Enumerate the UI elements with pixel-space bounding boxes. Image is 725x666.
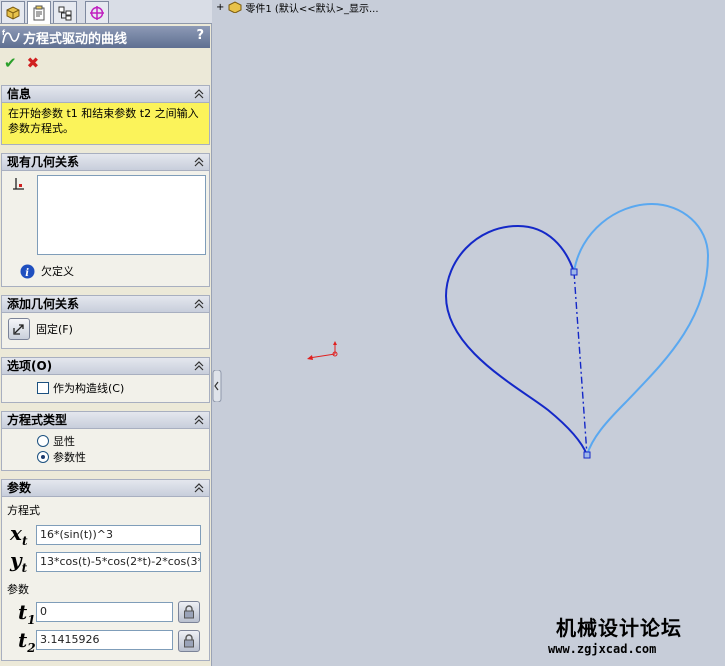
info-group: 信息 在开始参数 t1 和结束参数 t2 之间输入参数方程式。 [1, 85, 210, 145]
dimxpert-tab[interactable] [85, 1, 109, 23]
cancel-button[interactable]: ✖ [27, 54, 40, 72]
t1-input[interactable]: 0 [36, 602, 173, 622]
parameters-label: 参数 [7, 481, 32, 495]
chevron-up-icon[interactable] [193, 358, 205, 374]
endpoint-top[interactable] [570, 268, 578, 276]
equation-type-label: 方程式类型 [7, 413, 68, 427]
parameters-header[interactable]: 参数 [2, 480, 209, 497]
xt-label: xt [10, 521, 28, 548]
t2-input[interactable]: 3.1415926 [36, 630, 173, 650]
pm-title-bar: f 方程式驱动的曲线 ? [0, 26, 210, 48]
existing-relations-header[interactable]: 现有几何关系 [2, 154, 209, 171]
t1-lock-button[interactable] [178, 601, 200, 623]
relation-status: 欠定义 [41, 265, 74, 278]
chevron-up-icon[interactable] [193, 480, 205, 496]
configuration-manager-icon [58, 6, 72, 20]
construction-checkbox-box[interactable] [37, 382, 49, 394]
part-icon [228, 1, 242, 13]
watermark-url: www.zgjxcad.com [548, 642, 657, 656]
yt-input[interactable]: 13*cos(t)-5*cos(2*t)-2*cos(3*t) [36, 552, 201, 572]
parametric-label: 参数性 [53, 451, 86, 464]
equation-curve-icon: f [2, 29, 20, 44]
info-message: 在开始参数 t1 和结束参数 t2 之间输入参数方程式。 [2, 103, 209, 144]
ok-button[interactable]: ✔ [4, 54, 17, 72]
lock-icon [184, 605, 194, 619]
configuration-manager-tab[interactable] [53, 1, 77, 23]
pm-title: 方程式驱动的曲线 [23, 31, 128, 47]
options-header[interactable]: 选项(O) [2, 358, 209, 375]
t2-label: t2 [18, 628, 36, 655]
t1-label: t1 [18, 600, 36, 627]
chevron-up-icon[interactable] [193, 154, 205, 170]
info-header-label: 信息 [7, 87, 32, 101]
existing-relations-label: 现有几何关系 [7, 155, 80, 169]
property-manager-tab[interactable] [27, 1, 51, 24]
parametric-radio[interactable]: 参数性 [37, 449, 86, 465]
origin-icon [307, 341, 338, 360]
watermark-title: 机械设计论坛 [556, 616, 682, 640]
explicit-radio-dot[interactable] [37, 435, 49, 447]
feature-manager-icon [6, 5, 20, 20]
tree-expander[interactable]: + [216, 2, 224, 13]
equation-type-header[interactable]: 方程式类型 [2, 412, 209, 429]
explicit-label: 显性 [53, 435, 75, 448]
existing-relations-group: 现有几何关系 i 欠定义 [1, 153, 210, 287]
property-manager-icon [33, 5, 45, 21]
chevron-up-icon[interactable] [193, 296, 205, 312]
add-relations-group: 添加几何关系 固定(F) [1, 295, 210, 349]
parameters-group: 参数 方程式 xt 16*(sin(t))^3 yt 13*cos(t)-5*c… [1, 479, 210, 661]
relation-icon [13, 178, 24, 190]
lock-icon [184, 634, 194, 648]
help-button[interactable]: ? [196, 28, 204, 43]
parameter-label: 参数 [7, 583, 29, 596]
curve-right-half[interactable] [573, 202, 710, 456]
construction-checkbox[interactable]: 作为构造线(C) [37, 380, 124, 396]
relations-list[interactable] [37, 175, 206, 255]
tree-node-label: 零件1 (默认<<默认>_显示... [245, 3, 379, 15]
manager-tab-strip [0, 0, 212, 24]
feature-manager-tab[interactable] [1, 1, 25, 23]
chevron-up-icon[interactable] [193, 86, 205, 102]
equation-type-group: 方程式类型 显性 参数性 [1, 411, 210, 471]
construction-centerline[interactable] [573, 271, 588, 456]
info-group-header[interactable]: 信息 [2, 86, 209, 103]
t2-lock-button[interactable] [178, 630, 200, 652]
property-manager: f 方程式驱动的曲线 ? ✔ ✖ 信息 在开始参数 t1 和结束参数 t2 之间… [0, 0, 212, 666]
options-group: 选项(O) 作为构造线(C) [1, 357, 210, 403]
heart-curve-sketch[interactable] [430, 190, 720, 470]
pm-actions: ✔ ✖ [4, 54, 39, 72]
explicit-radio[interactable]: 显性 [37, 433, 75, 449]
xt-input[interactable]: 16*(sin(t))^3 [36, 525, 201, 545]
svg-text:i: i [25, 268, 29, 279]
fix-label: 固定(F) [36, 323, 73, 336]
splitter-grip-icon [212, 369, 222, 403]
fix-anchor-icon [13, 324, 24, 335]
equation-label: 方程式 [7, 504, 40, 517]
construction-label: 作为构造线(C) [53, 382, 125, 395]
feature-tree-flyout[interactable]: + 零件1 (默认<<默认>_显示... [216, 0, 379, 15]
endpoint-bottom[interactable] [583, 451, 591, 459]
relation-status-row: i 欠定义 [20, 263, 74, 279]
curve-left-half[interactable] [444, 224, 588, 456]
fix-relation-button[interactable]: 固定(F) [8, 318, 73, 340]
panel-splitter-handle[interactable] [212, 369, 222, 403]
options-label: 选项(O) [7, 359, 53, 373]
info-icon: i [20, 264, 35, 279]
yt-label: yt [10, 548, 28, 575]
chevron-up-icon[interactable] [193, 412, 205, 428]
add-relations-label: 添加几何关系 [7, 297, 80, 311]
parametric-radio-dot[interactable] [37, 451, 49, 463]
dimxpert-icon [90, 5, 104, 20]
add-relations-header[interactable]: 添加几何关系 [2, 296, 209, 313]
